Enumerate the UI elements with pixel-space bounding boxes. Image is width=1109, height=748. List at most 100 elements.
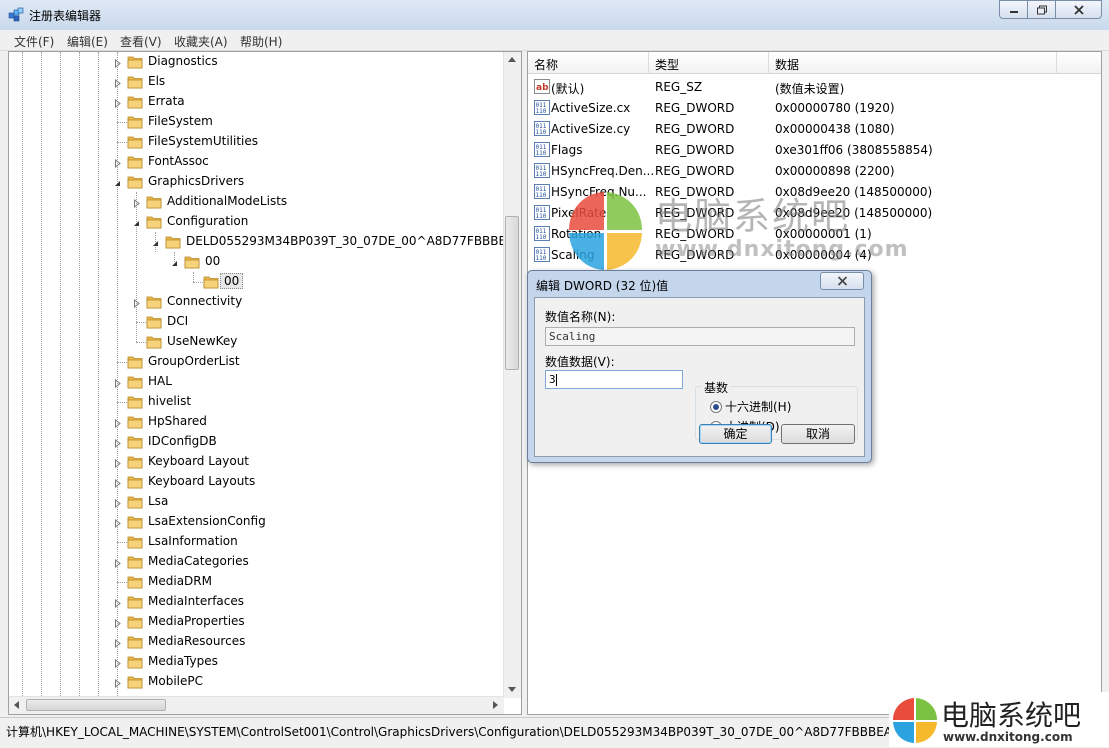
tree-item[interactable]: DCI	[9, 312, 489, 332]
expand-arrow-icon[interactable]	[113, 597, 122, 609]
collapse-arrow-icon[interactable]	[113, 177, 122, 186]
tree-item-label[interactable]: HpShared	[148, 414, 207, 428]
tree-item-label[interactable]: IDConfigDB	[148, 434, 217, 448]
tree-item-label[interactable]: FileSystemUtilities	[148, 134, 258, 148]
expand-arrow-icon[interactable]	[113, 417, 122, 429]
menu-help[interactable]: 帮助(H)	[240, 33, 282, 50]
cancel-button[interactable]: 取消	[781, 424, 855, 444]
menu-favorites[interactable]: 收藏夹(A)	[174, 33, 228, 50]
radio-hex-label[interactable]: 十六进制(H)	[725, 398, 791, 415]
column-name-header[interactable]: 名称	[528, 52, 649, 74]
tree-item[interactable]: AdditionalModeLists	[9, 192, 489, 212]
tree-item[interactable]: Diagnostics	[9, 52, 489, 72]
tree-vertical-scrollbar[interactable]	[503, 52, 521, 698]
expand-arrow-icon[interactable]	[113, 617, 122, 629]
tree-item-label[interactable]: DELD055293M34BP039T_30_07DE_00^A8D77FBBB…	[186, 234, 521, 248]
scroll-right-icon[interactable]	[493, 701, 498, 709]
expand-arrow-icon[interactable]	[113, 657, 122, 669]
tree-item-label[interactable]: FontAssoc	[148, 154, 209, 168]
expand-arrow-icon[interactable]	[113, 77, 122, 89]
tree-item[interactable]: Keyboard Layouts	[9, 472, 489, 492]
tree-item[interactable]: GraphicsDrivers	[9, 172, 489, 192]
expand-arrow-icon[interactable]	[113, 637, 122, 649]
tree-item-label[interactable]: Lsa	[148, 494, 168, 508]
tree-item[interactable]: Keyboard Layout	[9, 452, 489, 472]
tree-item-label[interactable]: HAL	[148, 374, 172, 388]
collapse-arrow-icon[interactable]	[151, 237, 160, 246]
expand-arrow-icon[interactable]	[113, 677, 122, 689]
tree-item[interactable]: LsaExtensionConfig	[9, 512, 489, 532]
menu-edit[interactable]: 编辑(E)	[67, 33, 108, 50]
menu-view[interactable]: 查看(V)	[120, 33, 162, 50]
tree-item-label[interactable]: Connectivity	[167, 294, 242, 308]
tree-item-label[interactable]: Configuration	[167, 214, 248, 228]
tree-item[interactable]: LsaInformation	[9, 532, 489, 552]
tree-item-label[interactable]: GraphicsDrivers	[148, 174, 244, 188]
tree-item[interactable]: Configuration	[9, 212, 489, 232]
radio-hex[interactable]	[710, 401, 722, 413]
tree-item-label[interactable]: AdditionalModeLists	[167, 194, 287, 208]
tree-item-label[interactable]: Els	[148, 74, 165, 88]
value-row[interactable]: ab (默认) REG_SZ (数值未设置)	[528, 76, 1101, 97]
tree-item-label[interactable]: 00	[220, 273, 244, 289]
expand-arrow-icon[interactable]	[113, 437, 122, 449]
tree-vertical-scroll-thumb[interactable]	[505, 216, 519, 370]
tree-item[interactable]: Connectivity	[9, 292, 489, 312]
scroll-down-icon[interactable]	[508, 687, 516, 692]
tree-item[interactable]: MediaInterfaces	[9, 592, 489, 612]
expand-arrow-icon[interactable]	[113, 97, 122, 109]
tree-item-label[interactable]: MobilePC	[148, 674, 203, 688]
expand-arrow-icon[interactable]	[113, 517, 122, 529]
ok-button[interactable]: 确定	[699, 424, 772, 444]
expand-arrow-icon[interactable]	[113, 497, 122, 509]
tree-item[interactable]: MediaCategories	[9, 552, 489, 572]
expand-arrow-icon[interactable]	[132, 197, 141, 209]
tree-item[interactable]: MediaDRM	[9, 572, 489, 592]
collapse-arrow-icon[interactable]	[170, 257, 179, 266]
tree-item[interactable]: FileSystem	[9, 112, 489, 132]
tree-item[interactable]: MediaTypes	[9, 652, 489, 672]
tree-item-label[interactable]: Keyboard Layout	[148, 454, 249, 468]
tree-item[interactable]: GroupOrderList	[9, 352, 489, 372]
tree-item-label[interactable]: 00	[205, 254, 220, 268]
value-row[interactable]: 011 110 Flags REG_DWORD 0xe301ff06 (38085588…	[528, 139, 1101, 160]
tree-item-label[interactable]: FileSystem	[148, 114, 213, 128]
tree-item[interactable]: FileSystemUtilities	[9, 132, 489, 152]
tree-item-label[interactable]: MediaInterfaces	[148, 594, 244, 608]
tree-item[interactable]: DELD055293M34BP039T_30_07DE_00^A8D77FBBB…	[9, 232, 521, 252]
tree-item-label[interactable]: Keyboard Layouts	[148, 474, 255, 488]
key-tree-pane[interactable]: Diagnostics Els Errata FileSystem FileSystem…	[8, 51, 522, 715]
expand-arrow-icon[interactable]	[113, 457, 122, 469]
minimize-button[interactable]	[999, 0, 1028, 19]
tree-item[interactable]: MediaProperties	[9, 612, 489, 632]
tree-item[interactable]: 00	[9, 252, 489, 272]
maximize-button[interactable]	[1027, 0, 1056, 19]
collapse-arrow-icon[interactable]	[132, 217, 141, 226]
tree-item-label[interactable]: LsaInformation	[148, 534, 238, 548]
expand-arrow-icon[interactable]	[113, 477, 122, 489]
tree-item-label[interactable]: MediaResources	[148, 634, 245, 648]
tree-item[interactable]: Errata	[9, 92, 489, 112]
tree-item[interactable]: HpShared	[9, 412, 489, 432]
expand-arrow-icon[interactable]	[113, 57, 122, 69]
dialog-close-button[interactable]	[820, 272, 864, 290]
tree-item[interactable]: IDConfigDB	[9, 432, 489, 452]
tree-item[interactable]: FontAssoc	[9, 152, 489, 172]
menu-file[interactable]: 文件(F)	[14, 33, 54, 50]
tree-horizontal-scrollbar[interactable]	[9, 696, 504, 714]
value-row[interactable]: 011 110 ActiveSize.cy REG_DWORD 0x00000438 (…	[528, 118, 1101, 139]
tree-item-label[interactable]: MediaCategories	[148, 554, 249, 568]
tree-item-label[interactable]: Errata	[148, 94, 185, 108]
expand-arrow-icon[interactable]	[113, 157, 122, 169]
tree-item-label[interactable]: hivelist	[148, 394, 191, 408]
value-data-input[interactable]: 3	[545, 370, 683, 389]
tree-item-label[interactable]: MediaTypes	[148, 654, 218, 668]
tree-item-label[interactable]: DCI	[167, 314, 188, 328]
tree-item-label[interactable]: LsaExtensionConfig	[148, 514, 266, 528]
column-data-header[interactable]: 数据	[769, 52, 1057, 74]
expand-arrow-icon[interactable]	[113, 377, 122, 389]
tree-item-label[interactable]: MediaProperties	[148, 614, 245, 628]
column-type-header[interactable]: 类型	[649, 52, 769, 74]
tree-item-label[interactable]: Diagnostics	[148, 54, 218, 68]
tree-item[interactable]: MobilePC	[9, 672, 489, 692]
